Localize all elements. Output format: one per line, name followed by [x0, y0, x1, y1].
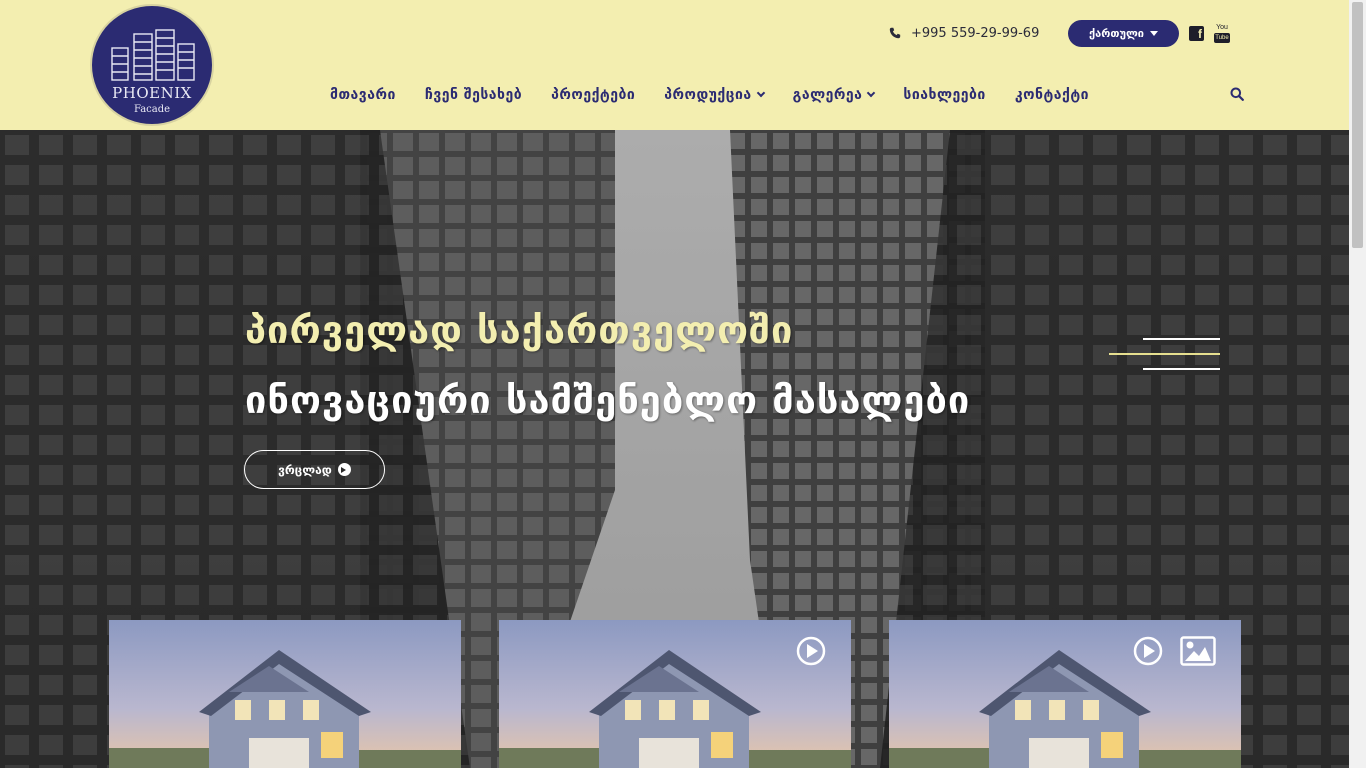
nav-item-label: ჩვენ შესახებ: [424, 87, 523, 103]
logo-title: PHOENIX: [112, 84, 192, 102]
site-logo[interactable]: PHOENIX Facade: [90, 4, 214, 126]
logo-subtitle: Facade: [133, 104, 171, 115]
read-more-button[interactable]: ვრცლად: [244, 450, 385, 489]
nav-item-label: პროდუქცია: [664, 87, 752, 103]
search-icon[interactable]: [1230, 87, 1244, 101]
slider-indicator[interactable]: [1109, 338, 1220, 372]
language-select-button[interactable]: ქართული: [1068, 20, 1179, 47]
phone-number: +995 559-29-99-69: [911, 25, 1040, 41]
play-icon[interactable]: [1133, 636, 1163, 666]
hero-title-line1: პირველად საქართველოში: [245, 308, 794, 352]
nav-item-news[interactable]: სიახლეები: [903, 87, 985, 103]
nav-item-label: კონტაქტი: [1014, 87, 1090, 103]
nav-item-home[interactable]: მთავარი: [330, 87, 396, 103]
chevron-down-icon: [756, 88, 765, 98]
phone-contact[interactable]: +995 559-29-99-69: [889, 24, 1039, 42]
chevron-down-icon: [867, 88, 876, 98]
slider-line: [1143, 368, 1220, 370]
image-icon[interactable]: [1180, 636, 1216, 666]
nav-item-about[interactable]: ჩვენ შესახებ: [425, 87, 522, 103]
slider-line: [1143, 338, 1220, 340]
hero-slider: პირველად საქართველოში ინოვაციური სამშენე…: [0, 130, 1349, 768]
nav-item-label: გალერეა: [792, 87, 863, 103]
scrollbar-thumb[interactable]: [1352, 2, 1363, 248]
nav-item-gallery[interactable]: გალერეა: [792, 87, 876, 103]
language-label: ქართული: [1089, 27, 1144, 40]
buildings-logo-icon: [111, 29, 195, 81]
main-nav: მთავარი ჩვენ შესახებ პროექტები პროდუქცია…: [330, 86, 1118, 104]
facebook-icon[interactable]: f: [1189, 26, 1204, 41]
house-image: [109, 620, 461, 768]
play-icon[interactable]: [796, 636, 826, 666]
project-card[interactable]: [109, 620, 461, 768]
youtube-icon-text-bottom: Tube: [1214, 33, 1230, 43]
site-header: PHOENIX Facade +995 559-29-99-69 ქართული…: [0, 0, 1349, 130]
nav-item-label: პროექტები: [551, 87, 636, 103]
caret-down-icon: [1149, 31, 1158, 36]
slider-line-active: [1109, 353, 1220, 355]
page-scrollbar[interactable]: [1349, 0, 1366, 768]
nav-item-label: სიახლეები: [903, 87, 986, 103]
read-more-label: ვრცლად: [278, 462, 332, 477]
project-card[interactable]: [889, 620, 1241, 768]
phone-icon: [889, 27, 901, 39]
nav-item-projects[interactable]: პროექტები: [551, 87, 635, 103]
nav-item-contact[interactable]: კონტაქტი: [1015, 87, 1089, 103]
nav-item-products[interactable]: პროდუქცია: [664, 87, 765, 103]
nav-item-label: მთავარი: [330, 87, 396, 103]
youtube-icon-text-top: You: [1216, 24, 1228, 31]
hero-title-line2: ინოვაციური სამშენებლო მასალები: [245, 378, 971, 422]
project-card[interactable]: [499, 620, 851, 768]
arrow-circle-right-icon: [337, 463, 351, 476]
youtube-icon[interactable]: You Tube: [1214, 24, 1230, 44]
